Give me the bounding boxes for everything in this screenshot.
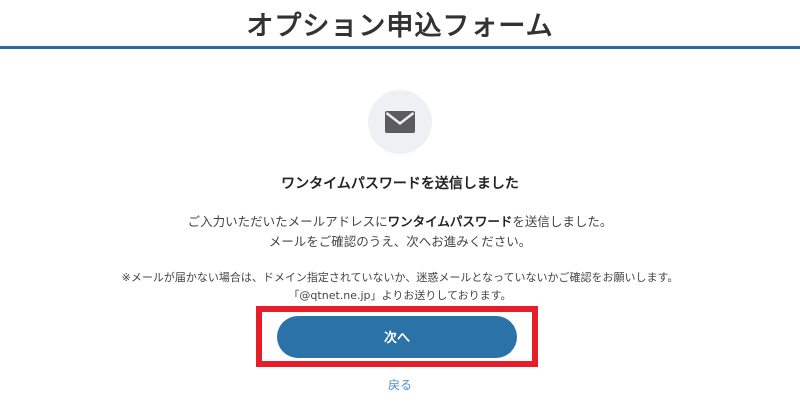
highlight-frame: 次へ — [256, 306, 538, 367]
delivery-note: ※メールが届かない場合は、ドメイン指定されていないか、迷惑メールとなっていないか… — [122, 269, 679, 305]
back-link[interactable]: 戻る — [0, 376, 800, 393]
sent-heading: ワンタイムパスワードを送信しました — [281, 176, 519, 192]
main-content: ワンタイムパスワードを送信しました ご入力いただいたメールアドレスにワンタイムパ… — [0, 49, 800, 305]
description-text: を送信しました。 — [512, 214, 613, 229]
mail-icon — [385, 111, 415, 133]
description-text: ご入力いただいたメールアドレスに — [187, 214, 388, 229]
description-line-2: メールをご確認のうえ、次へお進みください。 — [268, 234, 532, 249]
sent-description: ご入力いただいたメールアドレスにワンタイムパスワードを送信しました。 メールをご… — [188, 212, 613, 252]
note-line-2: 「@qtnet.ne.jp」よりお送りしております。 — [288, 289, 512, 302]
page-header: オプション申込フォーム — [0, 0, 800, 49]
note-line-1: ※メールが届かない場合は、ドメイン指定されていないか、迷惑メールとなっていないか… — [121, 271, 679, 284]
page-title: オプション申込フォーム — [246, 10, 554, 42]
next-button[interactable]: 次へ — [277, 315, 517, 358]
mail-icon-circle — [368, 90, 432, 154]
description-bold-text: ワンタイムパスワード — [387, 214, 513, 229]
description-line-1: ご入力いただいたメールアドレスにワンタイムパスワードを送信しました。 — [188, 212, 613, 232]
